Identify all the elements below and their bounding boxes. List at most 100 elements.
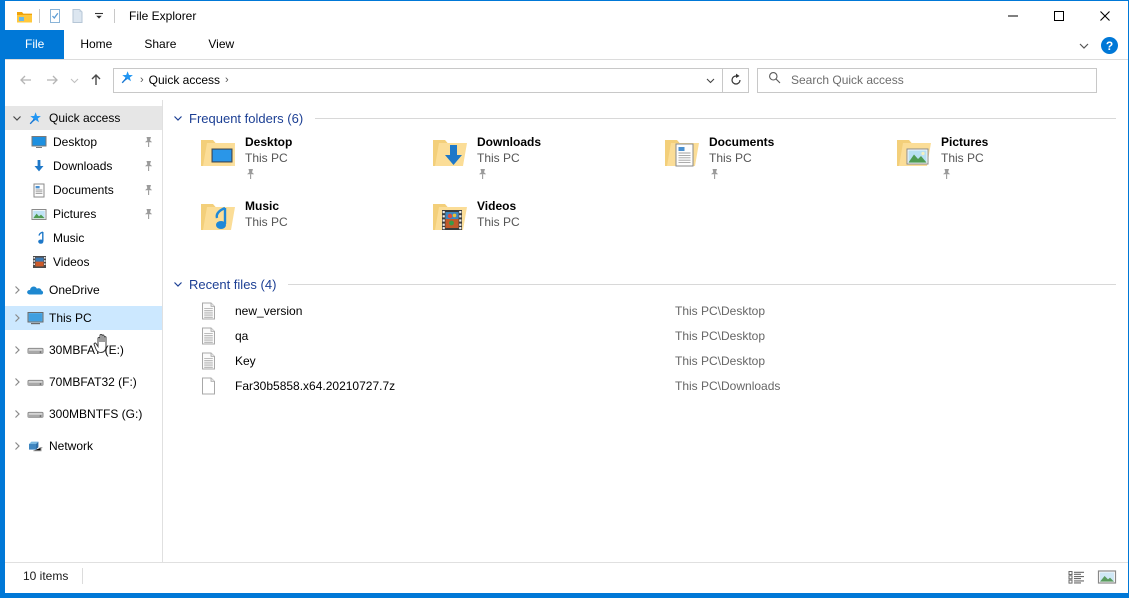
sidebar-item-documents[interactable]: Documents bbox=[5, 178, 162, 202]
recent-locations-button[interactable] bbox=[65, 67, 83, 93]
chevron-down-icon[interactable] bbox=[171, 114, 185, 122]
address-bar[interactable]: › Quick access › bbox=[113, 68, 723, 93]
sidebar-item-onedrive[interactable]: OneDrive bbox=[5, 278, 162, 302]
chevron-down-icon[interactable] bbox=[9, 110, 25, 126]
folder-item-videos[interactable]: Videos This PC bbox=[403, 196, 635, 260]
sidebar-item-label: Documents bbox=[53, 183, 114, 197]
breadcrumb-separator-1[interactable]: › bbox=[223, 74, 231, 86]
properties-icon[interactable] bbox=[44, 5, 66, 27]
up-button[interactable] bbox=[83, 67, 109, 93]
recent-files-list: new_version This PC\Desktop qa This PC\D… bbox=[171, 298, 1128, 398]
forward-button[interactable] bbox=[39, 67, 65, 93]
recent-file-row[interactable]: Key This PC\Desktop bbox=[171, 348, 1128, 373]
chevron-down-icon[interactable] bbox=[1073, 35, 1095, 57]
chevron-right-icon[interactable] bbox=[9, 310, 25, 326]
window-controls bbox=[990, 1, 1128, 31]
chevron-right-icon[interactable] bbox=[9, 282, 25, 298]
search-input[interactable]: Search Quick access bbox=[757, 68, 1097, 93]
chevron-right-icon[interactable] bbox=[9, 342, 25, 358]
folder-item-pictures[interactable]: Pictures This PC bbox=[867, 132, 1099, 196]
refresh-button[interactable] bbox=[723, 68, 749, 93]
folder-item-music[interactable]: Music This PC bbox=[171, 196, 403, 260]
drive-icon bbox=[25, 374, 45, 390]
close-button[interactable] bbox=[1082, 1, 1128, 31]
sidebar-item-videos[interactable]: Videos bbox=[5, 250, 162, 274]
folder-location: This PC bbox=[477, 214, 520, 230]
recent-file-row[interactable]: qa This PC\Desktop bbox=[171, 323, 1128, 348]
recent-file-row[interactable]: Far30b5858.x64.20210727.7z This PC\Downl… bbox=[171, 373, 1128, 398]
sidebar-item-this-pc[interactable]: This PC bbox=[5, 306, 162, 330]
folder-name: Videos bbox=[477, 199, 520, 214]
network-icon bbox=[25, 438, 45, 454]
sidebar-item-label: Pictures bbox=[53, 207, 96, 221]
address-bar-row: › Quick access › Search Quick access bbox=[5, 60, 1128, 100]
sidebar-item-downloads[interactable]: Downloads bbox=[5, 154, 162, 178]
folder-location: This PC bbox=[245, 150, 292, 166]
sidebar-item-music[interactable]: Music bbox=[5, 226, 162, 250]
sidebar-item-30mbfat-e[interactable]: 30MBFAT (E:) bbox=[5, 338, 162, 362]
status-bar: 10 items bbox=[5, 562, 1128, 589]
chevron-right-icon[interactable] bbox=[9, 438, 25, 454]
details-view-button[interactable] bbox=[1066, 567, 1088, 587]
folder-text: Documents This PC bbox=[709, 132, 774, 185]
search-icon bbox=[768, 71, 781, 89]
section-title: Recent files (4) bbox=[189, 277, 276, 292]
folder-location: This PC bbox=[245, 214, 288, 230]
folder-item-downloads[interactable]: Downloads This PC bbox=[403, 132, 635, 196]
folder-documents-icon bbox=[663, 132, 709, 175]
text-file-icon bbox=[201, 302, 235, 320]
pin-icon[interactable] bbox=[143, 207, 154, 225]
recent-file-name: Far30b5858.x64.20210727.7z bbox=[235, 379, 675, 393]
navigation-pane: Quick access Desktop bbox=[5, 100, 163, 562]
folder-item-desktop[interactable]: Desktop This PC bbox=[171, 132, 403, 196]
recent-file-path: This PC\Desktop bbox=[675, 329, 765, 343]
sidebar-item-pictures[interactable]: Pictures bbox=[5, 202, 162, 226]
folder-name: Music bbox=[245, 199, 288, 214]
chevron-down-icon[interactable] bbox=[171, 280, 185, 288]
sidebar-item-label: Music bbox=[53, 231, 84, 245]
address-dropdown-icon[interactable] bbox=[698, 69, 722, 92]
explorer-icon[interactable] bbox=[13, 5, 35, 27]
folder-pictures-icon bbox=[895, 132, 941, 175]
tab-file[interactable]: File bbox=[5, 30, 64, 59]
tab-view[interactable]: View bbox=[192, 30, 250, 59]
frequent-folders-header[interactable]: Frequent folders (6) bbox=[171, 108, 1128, 128]
new-folder-icon[interactable] bbox=[66, 5, 88, 27]
customize-qat-icon[interactable] bbox=[88, 5, 110, 27]
back-button[interactable] bbox=[13, 67, 39, 93]
help-icon[interactable]: ? bbox=[1101, 37, 1118, 54]
sidebar-item-300mbntfs-g[interactable]: 300MBNTFS (G:) bbox=[5, 402, 162, 426]
tab-share[interactable]: Share bbox=[128, 30, 192, 59]
sidebar-item-label: Videos bbox=[53, 255, 89, 269]
chevron-right-icon[interactable] bbox=[9, 374, 25, 390]
folder-location: This PC bbox=[709, 150, 774, 166]
sidebar-item-network[interactable]: Network bbox=[5, 434, 162, 458]
recent-file-row[interactable]: new_version This PC\Desktop bbox=[171, 298, 1128, 323]
pin-icon[interactable] bbox=[143, 159, 154, 177]
recent-file-name: Key bbox=[235, 354, 675, 368]
drive-icon bbox=[25, 406, 45, 422]
tab-home[interactable]: Home bbox=[64, 30, 128, 59]
status-divider bbox=[82, 568, 83, 584]
sidebar-item-quick-access[interactable]: Quick access bbox=[5, 106, 162, 130]
folder-item-documents[interactable]: Documents This PC bbox=[635, 132, 867, 196]
pin-icon[interactable] bbox=[143, 183, 154, 201]
toolbar-divider-2 bbox=[114, 9, 115, 23]
large-icons-view-button[interactable] bbox=[1096, 567, 1118, 587]
recent-files-header[interactable]: Recent files (4) bbox=[171, 274, 1128, 294]
pin-icon bbox=[477, 167, 541, 185]
quick-access-star-icon[interactable] bbox=[120, 70, 135, 90]
chevron-right-icon[interactable] bbox=[9, 406, 25, 422]
folder-name: Desktop bbox=[245, 135, 292, 150]
maximize-button[interactable] bbox=[1036, 1, 1082, 31]
toolbar-divider bbox=[39, 9, 40, 23]
download-icon bbox=[29, 158, 49, 174]
ribbon-right-controls: ? bbox=[1073, 31, 1124, 60]
frequent-folders-grid: Desktop This PC bbox=[171, 132, 1128, 260]
minimize-button[interactable] bbox=[990, 1, 1036, 31]
breadcrumb-item-quick-access[interactable]: Quick access bbox=[149, 73, 220, 87]
sidebar-item-label: Desktop bbox=[53, 135, 97, 149]
pin-icon[interactable] bbox=[143, 135, 154, 153]
sidebar-item-desktop[interactable]: Desktop bbox=[5, 130, 162, 154]
sidebar-item-70mbfat32-f[interactable]: 70MBFAT32 (F:) bbox=[5, 370, 162, 394]
